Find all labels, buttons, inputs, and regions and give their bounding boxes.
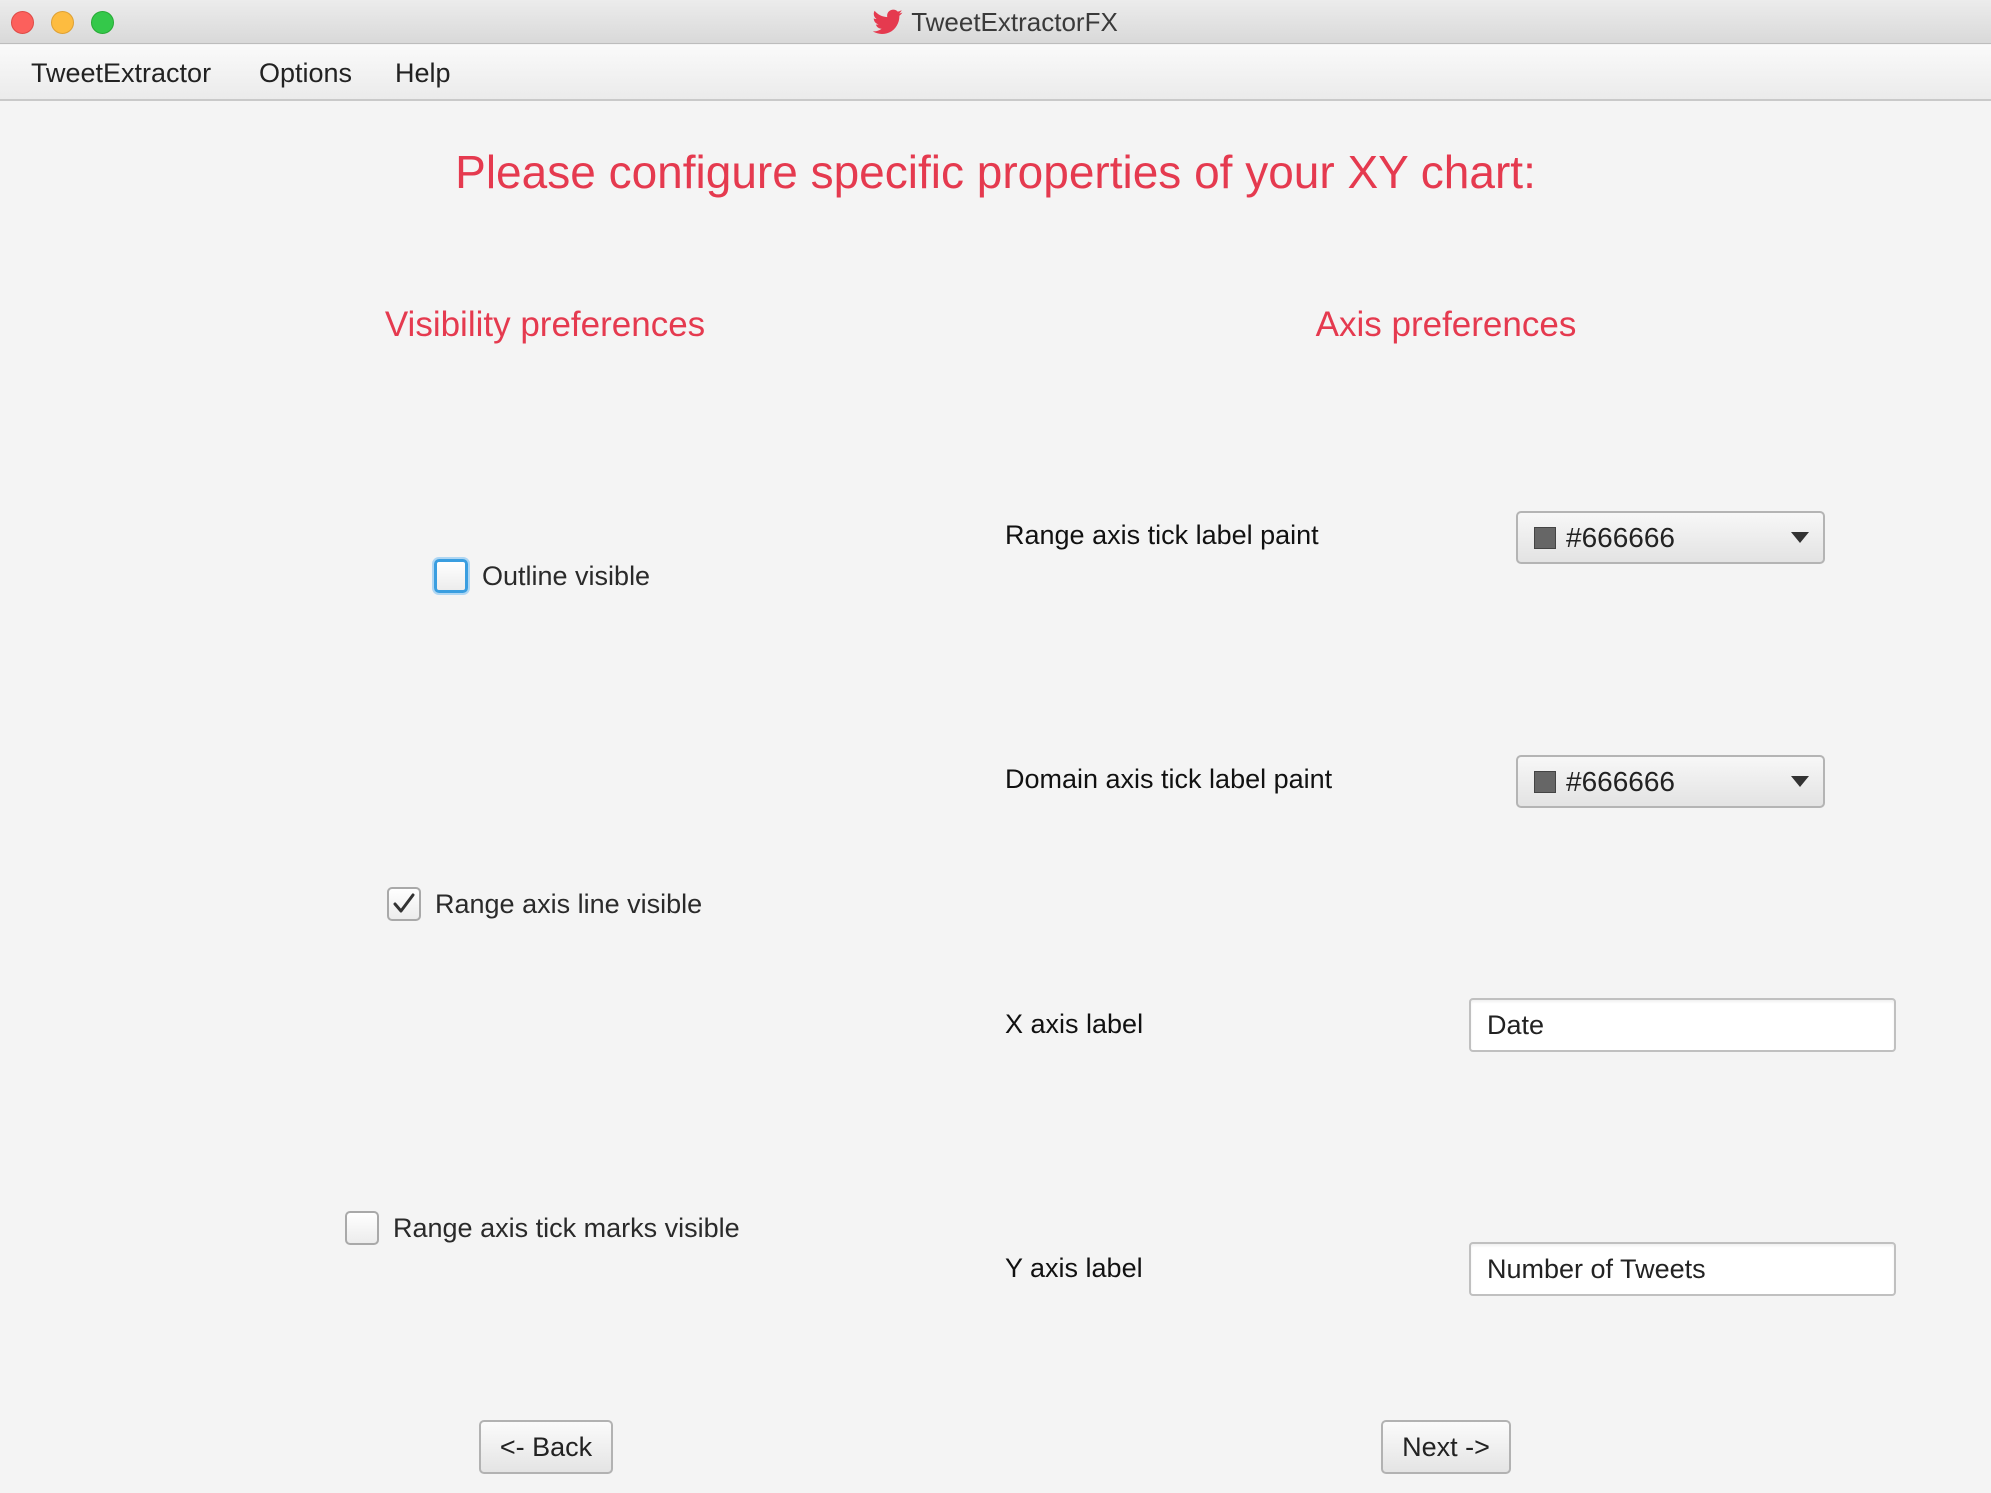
- twitter-bird-icon: [873, 9, 903, 34]
- range-axis-tick-marks-visible-option[interactable]: Range axis tick marks visible: [345, 1211, 740, 1245]
- page-title: Please configure specific properties of …: [455, 146, 1536, 198]
- checkmark-icon: [393, 893, 415, 913]
- range-axis-line-visible-option[interactable]: Range axis line visible: [387, 887, 702, 921]
- axis-preferences-heading: Axis preferences: [1315, 305, 1577, 344]
- back-button[interactable]: <- Back: [479, 1420, 613, 1474]
- range-axis-tick-marks-visible-checkbox[interactable]: [345, 1211, 379, 1245]
- domain-axis-tick-label-paint-label: Domain axis tick label paint: [1005, 764, 1333, 794]
- menu-options[interactable]: Options: [259, 45, 352, 101]
- x-axis-label-input[interactable]: [1469, 998, 1896, 1052]
- menu-bar: TweetExtractor Options Help: [0, 45, 1991, 101]
- range-axis-tick-label-paint-value: #666666: [1566, 521, 1676, 553]
- color-swatch: [1534, 526, 1556, 549]
- range-axis-line-visible-checkbox[interactable]: [387, 887, 421, 921]
- window-titlebar: TweetExtractorFX: [0, 0, 1991, 44]
- domain-axis-tick-label-paint-value: #666666: [1566, 765, 1676, 797]
- chevron-down-icon: [1791, 776, 1809, 787]
- range-axis-tick-label-paint-label: Range axis tick label paint: [1005, 520, 1319, 550]
- range-axis-tick-marks-visible-label: Range axis tick marks visible: [393, 1212, 740, 1243]
- outline-visible-label: Outline visible: [482, 560, 651, 591]
- x-axis-label-label: X axis label: [1005, 1009, 1144, 1039]
- chevron-down-icon: [1791, 532, 1809, 543]
- window-title-text: TweetExtractorFX: [911, 6, 1118, 37]
- color-swatch: [1534, 770, 1556, 793]
- y-axis-label-label: Y axis label: [1005, 1253, 1143, 1283]
- range-axis-tick-label-paint-picker[interactable]: #666666: [1516, 511, 1825, 564]
- range-axis-line-visible-label: Range axis line visible: [435, 888, 703, 919]
- y-axis-label-input[interactable]: [1469, 1242, 1896, 1296]
- visibility-preferences-heading: Visibility preferences: [384, 305, 706, 344]
- next-button[interactable]: Next ->: [1381, 1420, 1511, 1474]
- window-title: TweetExtractorFX: [0, 0, 1991, 44]
- outline-visible-option[interactable]: Outline visible: [434, 559, 650, 593]
- menu-help[interactable]: Help: [395, 45, 451, 101]
- domain-axis-tick-label-paint-picker[interactable]: #666666: [1516, 755, 1825, 808]
- menu-tweetextractor[interactable]: TweetExtractor: [31, 45, 211, 101]
- outline-visible-checkbox[interactable]: [434, 559, 468, 593]
